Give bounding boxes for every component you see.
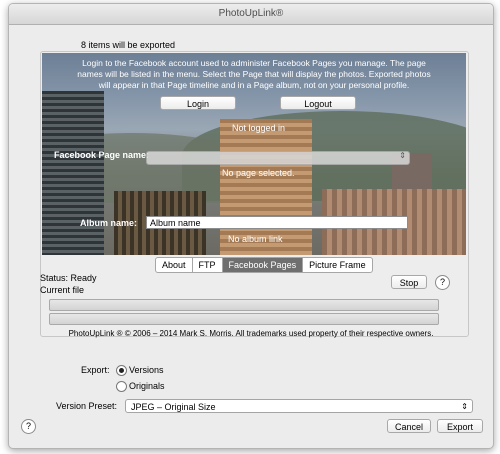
tab-about[interactable]: About: [156, 258, 193, 272]
login-status: Not logged in: [232, 123, 286, 133]
originals-radio[interactable]: [116, 381, 127, 392]
album-link-status: No album link: [228, 234, 283, 244]
album-name-input[interactable]: Album name: [146, 216, 408, 229]
cancel-button[interactable]: Cancel: [387, 419, 431, 433]
facebook-instructions: Login to the Facebook account used to ad…: [77, 58, 431, 90]
tab-ftp[interactable]: FTP: [193, 258, 223, 272]
file-progress-bar: [49, 313, 439, 325]
window-title: PhotoUpLink®: [218, 8, 284, 19]
versions-radio-label[interactable]: Versions: [129, 365, 164, 375]
status-help-button[interactable]: ?: [435, 275, 450, 290]
stop-button[interactable]: Stop: [391, 275, 427, 289]
album-name-label: Album name:: [80, 218, 138, 228]
overall-progress-bar: [49, 299, 439, 311]
facebook-page-select[interactable]: ⇕: [146, 151, 410, 165]
export-dialog-window: PhotoUpLink® 8 items will be exported Lo…: [8, 3, 494, 449]
originals-radio-label[interactable]: Originals: [129, 381, 165, 391]
select-arrows-icon: ⇕: [461, 402, 468, 411]
login-button[interactable]: Login: [160, 96, 236, 110]
logout-button[interactable]: Logout: [280, 96, 356, 110]
tab-bar: About FTP Facebook Pages Picture Frame: [155, 257, 373, 273]
items-count-label: 8 items will be exported: [81, 40, 176, 50]
tab-facebook-pages[interactable]: Facebook Pages: [222, 258, 304, 272]
page-status: No page selected.: [222, 168, 295, 178]
facebook-page-name-label: Facebook Page name:: [54, 150, 150, 160]
help-button[interactable]: ?: [21, 419, 36, 434]
version-preset-value: JPEG – Original Size: [131, 402, 216, 412]
title-bar[interactable]: PhotoUpLink®: [9, 4, 493, 25]
export-label: Export:: [81, 365, 110, 375]
export-button[interactable]: Export: [437, 419, 483, 433]
tab-picture-frame[interactable]: Picture Frame: [303, 258, 372, 272]
select-arrows-icon: ⇕: [399, 151, 406, 160]
version-preset-select[interactable]: JPEG – Original Size ⇕: [125, 399, 473, 413]
version-preset-label: Version Preset:: [56, 401, 118, 411]
current-file-label: Current file: [40, 285, 85, 295]
versions-radio[interactable]: [116, 365, 127, 376]
status-text: Status: Ready: [40, 273, 97, 283]
copyright-text: PhotoUpLink ® © 2006 – 2014 Mark S. Morr…: [68, 329, 434, 338]
facebook-pages-background-image: Login to the Facebook account used to ad…: [42, 53, 466, 255]
